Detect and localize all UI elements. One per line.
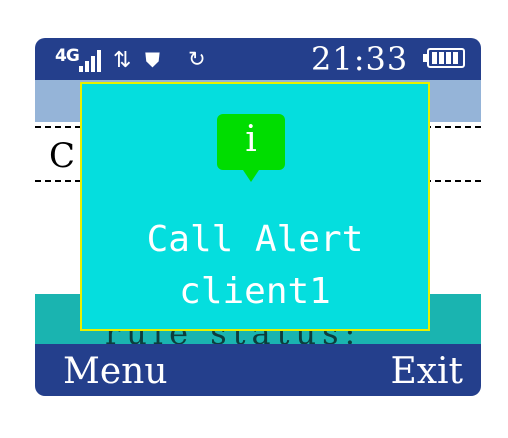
status-bar: 4G ⇅ ⛊ ↻ 21:33: [35, 38, 481, 80]
signal-bars-icon: [79, 50, 101, 72]
dialog-caller-name: client1: [179, 271, 331, 312]
menu-softkey[interactable]: Menu: [63, 352, 168, 392]
info-glyph: i: [245, 119, 257, 160]
network-type-label: 4G: [55, 46, 80, 66]
shield-icon: ⛊: [145, 48, 160, 72]
dialog-title: Call Alert: [146, 219, 364, 260]
call-alert-dialog[interactable]: i Call Alert client1: [80, 82, 430, 331]
list-item-label: C: [49, 136, 76, 176]
softkey-bar: Menu Exit: [35, 344, 481, 396]
info-icon: i: [217, 114, 285, 182]
exit-softkey[interactable]: Exit: [390, 352, 463, 392]
sync-icon: ↻: [188, 47, 206, 71]
clock: 21:33: [311, 40, 409, 78]
battery-icon: [423, 48, 465, 68]
data-transfer-icon: ⇅: [113, 48, 132, 73]
